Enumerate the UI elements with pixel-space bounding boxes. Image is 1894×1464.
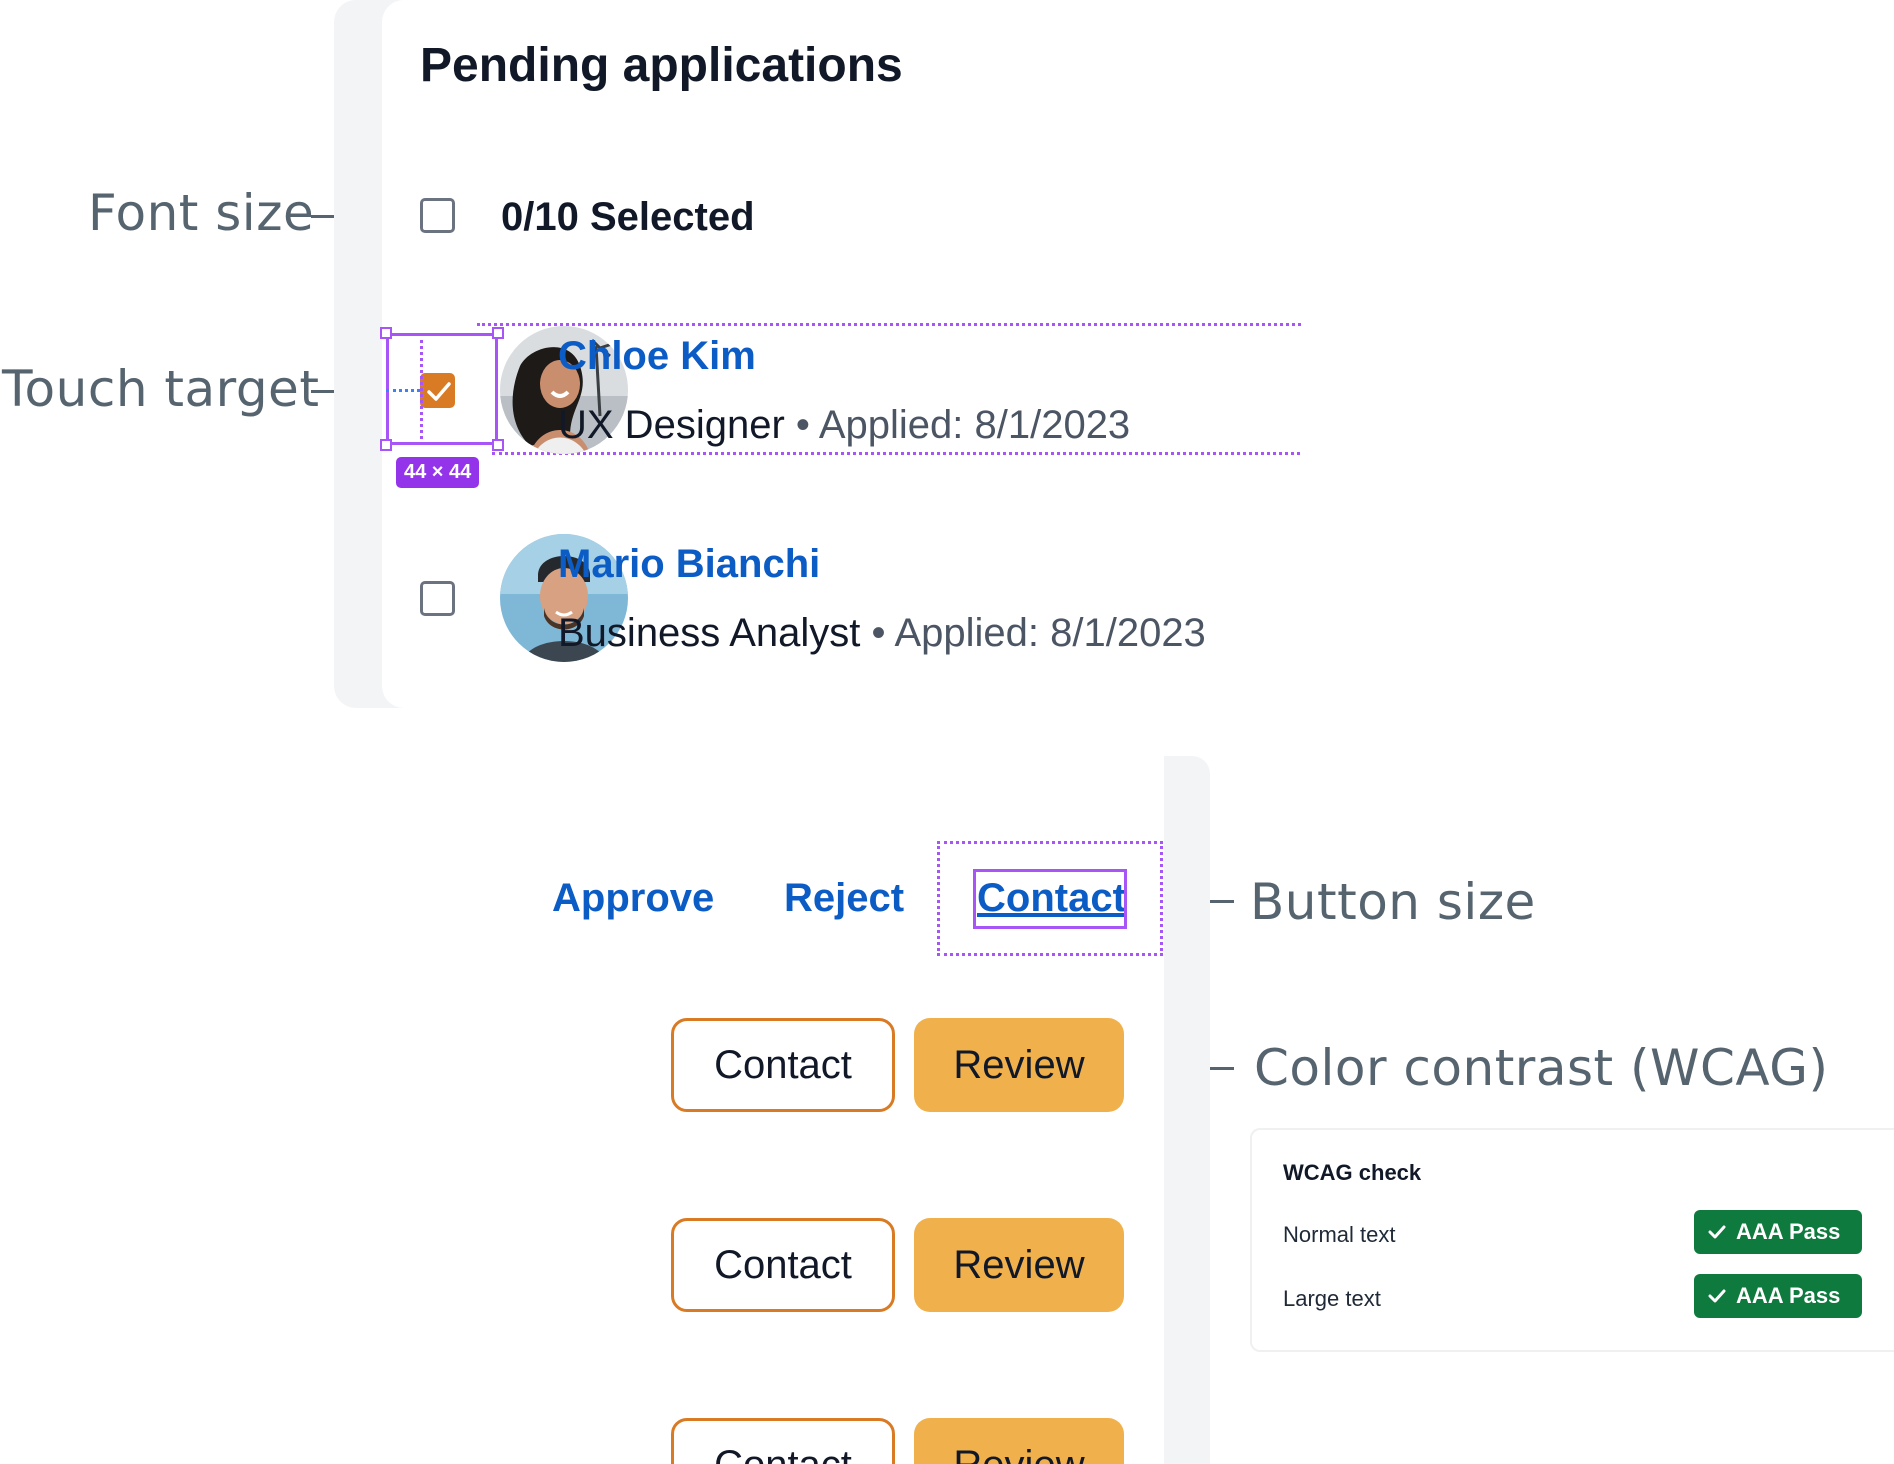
review-button[interactable]: Review (914, 1418, 1124, 1464)
annotation-touch-target: Touch target (2, 360, 320, 418)
selected-count: 0/10 Selected (501, 195, 755, 239)
annotation-color-contrast: Color contrast (WCAG) (1254, 1039, 1829, 1097)
applied-date: Applied: 8/1/2023 (894, 611, 1206, 655)
page-title: Pending applications (420, 39, 903, 92)
wcag-check-label: Large text (1283, 1286, 1381, 1311)
reject-button[interactable]: Reject (784, 876, 904, 921)
wcag-result: AAA Pass (1736, 1283, 1841, 1308)
applicant-meta: UX Designer • Applied: 8/1/2023 (558, 403, 1130, 448)
row-highlight-top (477, 323, 1302, 326)
touch-target-guide (386, 389, 420, 392)
wcag-pass-badge: AAA Pass (1694, 1210, 1862, 1254)
review-button[interactable]: Review (914, 1218, 1124, 1312)
card-gutter (1160, 756, 1210, 1464)
wcag-result: AAA Pass (1736, 1219, 1841, 1244)
applicant-name[interactable]: Chloe Kim (558, 334, 756, 379)
applicant-name[interactable]: Mario Bianchi (558, 542, 820, 587)
meta-separator: • (795, 403, 810, 447)
touch-target-guide (420, 333, 423, 445)
resize-handle (492, 327, 504, 339)
wcag-title: WCAG check (1283, 1160, 1422, 1185)
contact-button[interactable]: Contact (671, 1018, 895, 1112)
select-all-checkbox[interactable] (420, 198, 455, 233)
check-icon (1708, 1289, 1726, 1303)
contact-button[interactable]: Contact (671, 1218, 895, 1312)
annotation-font-size: Font size (88, 184, 315, 242)
review-button[interactable]: Review (914, 1018, 1124, 1112)
approve-button[interactable]: Approve (552, 876, 714, 921)
annotation-button-size: Button size (1250, 873, 1536, 931)
contact-button[interactable]: Contact (671, 1418, 895, 1464)
touch-size-badge: 44 × 44 (396, 457, 480, 488)
resize-handle (380, 439, 392, 451)
applications-card: Pending applications 0/10 Selected Chloe… (382, 0, 1302, 708)
check-icon (1708, 1225, 1726, 1239)
meta-separator: • (871, 611, 886, 655)
applicant-role: Business Analyst (558, 611, 861, 655)
applied-date: Applied: 8/1/2023 (818, 403, 1131, 447)
resize-handle (380, 327, 392, 339)
applicant-role: UX Designer (558, 403, 785, 447)
applicant-checkbox[interactable] (420, 581, 455, 616)
wcag-check-label: Normal text (1283, 1222, 1396, 1247)
row-highlight-bottom (492, 452, 1302, 455)
applicant-meta: Business Analyst • Applied: 8/1/2023 (558, 611, 1206, 656)
wcag-check-panel: WCAG check Normal text AAA Pass Large te… (1250, 1128, 1894, 1352)
resize-handle (492, 439, 504, 451)
button-text-outline (973, 869, 1127, 929)
wcag-pass-badge: AAA Pass (1694, 1274, 1862, 1318)
